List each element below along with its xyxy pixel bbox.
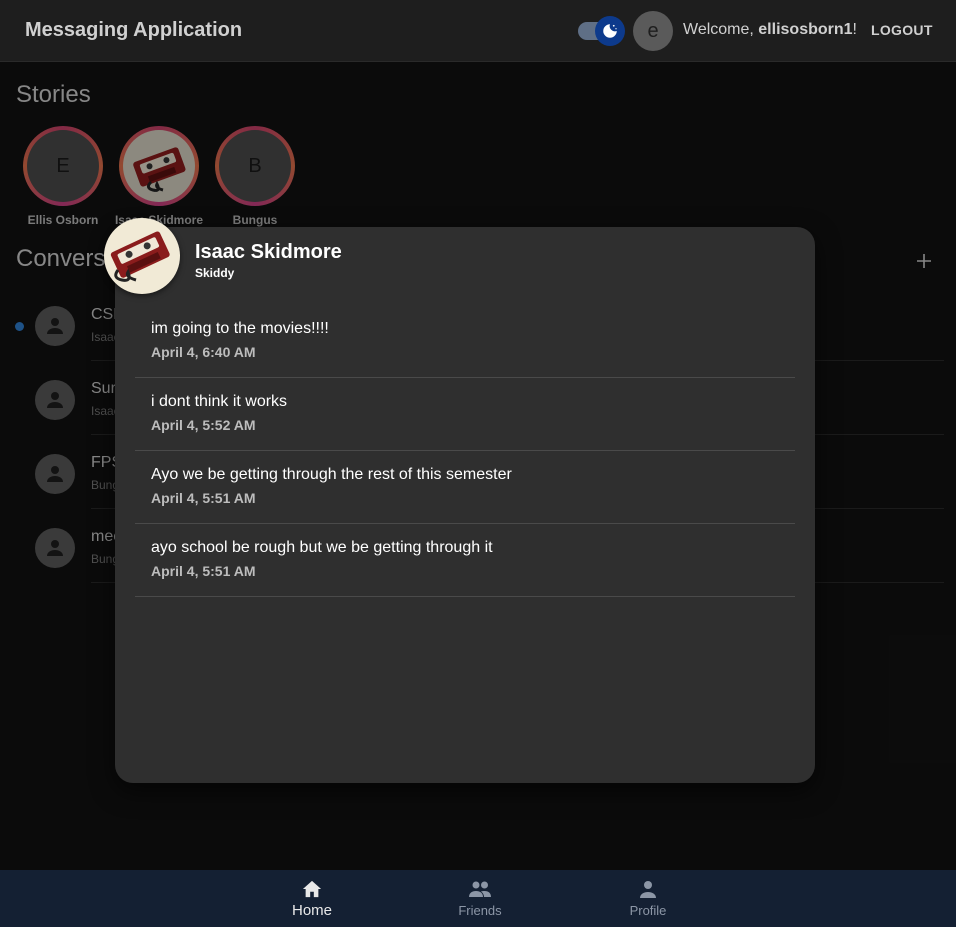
message-text: im going to the movies!!!! [151, 320, 329, 337]
message-time: April 4, 6:40 AM [151, 344, 256, 360]
nav-friends[interactable]: Friends [440, 878, 520, 918]
story-modal-name: Isaac Skidmore [195, 241, 342, 263]
nav-profile-label: Profile [629, 903, 667, 918]
welcome-text: Welcome, ellisosborn1! [683, 21, 857, 39]
message-text: ayo school be rough but we be getting th… [151, 539, 493, 556]
welcome-suffix: ! [852, 21, 857, 38]
nav-profile[interactable]: Profile [608, 878, 688, 918]
message-time: April 4, 5:51 AM [151, 563, 256, 579]
story-message[interactable]: im going to the movies!!!! April 4, 6:40… [135, 305, 795, 378]
app-bar: Messaging Application e Welcome, ellisos… [0, 0, 956, 62]
message-text: i dont think it works [151, 393, 288, 410]
app-root: Messaging Application e Welcome, ellisos… [0, 0, 956, 927]
nav-home[interactable]: Home [272, 878, 352, 919]
story-modal-handle: Skiddy [195, 266, 235, 280]
story-message[interactable]: Ayo we be getting through the rest of th… [135, 451, 795, 524]
toggle-thumb[interactable] [595, 16, 625, 46]
logout-button[interactable]: LOGOUT [871, 22, 933, 38]
dark-mode-icon [603, 24, 617, 38]
user-avatar[interactable]: e [633, 11, 673, 51]
story-modal-avatar [104, 218, 180, 294]
message-text: Ayo we be getting through the rest of th… [151, 466, 512, 483]
app-title: Messaging Application [25, 19, 243, 41]
nav-home-label: Home [291, 902, 332, 919]
message-time: April 4, 5:52 AM [151, 417, 256, 433]
nav-friends-label: Friends [458, 903, 502, 918]
bottom-navigation: Home Friends Profile [0, 870, 956, 927]
theme-toggle[interactable] [576, 16, 625, 46]
divider [135, 596, 795, 597]
welcome-prefix: Welcome, [683, 21, 759, 38]
message-time: April 4, 5:51 AM [151, 490, 256, 506]
welcome-username: ellisosborn1 [758, 21, 853, 38]
friends-icon [469, 881, 491, 897]
story-message[interactable]: ayo school be rough but we be getting th… [135, 524, 795, 597]
cassette-tape-icon [110, 231, 170, 282]
home-icon [302, 880, 322, 898]
story-message[interactable]: i dont think it works April 4, 5:52 AM [135, 378, 795, 451]
profile-icon [640, 881, 656, 898]
